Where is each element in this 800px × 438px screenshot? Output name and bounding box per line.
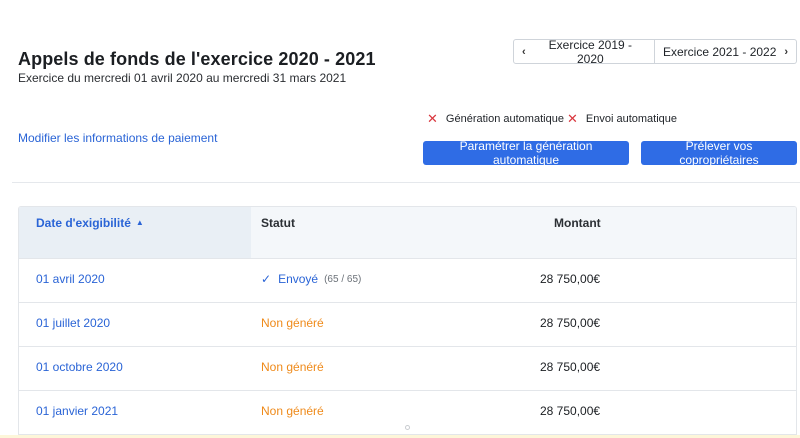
table-header: Date d'exigibilité ▲ Statut Montant: [19, 207, 796, 259]
due-date-link[interactable]: 01 octobre 2020: [36, 360, 123, 374]
auto-generation-label: Génération automatique: [445, 113, 564, 125]
status-badge: Non généré: [261, 404, 324, 418]
status-label: Non généré: [261, 360, 324, 374]
previous-year-label: Exercice 2019 - 2020: [548, 37, 633, 66]
column-header-status: Statut: [261, 216, 295, 230]
status-label: Non généré: [261, 404, 324, 418]
next-year-label: Exercice 2021 - 2022: [663, 44, 777, 59]
cross-icon: ✕: [427, 111, 438, 126]
due-date-link[interactable]: 01 juillet 2020: [36, 316, 110, 330]
amount-value: 28 750,00€: [540, 316, 601, 330]
due-date-link[interactable]: 01 janvier 2021: [36, 404, 118, 418]
fiscal-period-subtitle: Exercice du mercredi 01 avril 2020 au me…: [18, 71, 347, 85]
due-date-link[interactable]: 01 avril 2020: [36, 272, 105, 286]
chevron-left-icon: ‹: [522, 45, 526, 58]
sorted-column-highlight: [19, 207, 251, 258]
auto-sending-label: Envoi automatique: [585, 113, 678, 125]
check-icon: ✓: [261, 272, 272, 286]
sent-count: (65 / 65): [324, 273, 362, 285]
next-year-button[interactable]: Exercice 2021 - 2022 ›: [655, 39, 797, 64]
status-badge: Non généré: [261, 360, 324, 374]
levy-co-owners-button[interactable]: Prélever vos copropriétaires: [641, 139, 797, 167]
amount-value: 28 750,00€: [540, 272, 601, 286]
table-row: 01 avril 2020 ✓ Envoyé (65 / 65) 28 750,…: [19, 259, 796, 303]
status-badge: Non généré: [261, 316, 324, 330]
amount-value: 28 750,00€: [540, 360, 601, 374]
auto-generation-status: ✕ Génération automatique: [427, 111, 564, 127]
due-date-header-label: Date d'exigibilité: [36, 216, 131, 230]
page-title: Appels de fonds de l'exercice 2020 - 202…: [18, 49, 376, 69]
column-header-amount: Montant: [554, 216, 601, 230]
previous-year-button[interactable]: ‹ Exercice 2019 - 2020: [513, 37, 655, 66]
status-label: Envoyé: [278, 272, 319, 286]
scroll-indicator: [405, 425, 410, 430]
status-badge: ✓ Envoyé (65 / 65): [261, 272, 361, 286]
amount-value: 28 750,00€: [540, 404, 601, 418]
cross-icon: ✕: [567, 111, 578, 126]
auto-sending-status: ✕ Envoi automatique: [567, 111, 677, 127]
status-label: Non généré: [261, 316, 324, 330]
configure-auto-generation-button[interactable]: Paramétrer la génération automatique: [423, 139, 629, 167]
column-header-due-date[interactable]: Date d'exigibilité ▲: [36, 216, 144, 230]
fiscal-year-navigation: ‹ Exercice 2019 - 2020 Exercice 2021 - 2…: [513, 37, 797, 66]
section-divider: [12, 182, 800, 183]
sort-ascending-icon: ▲: [135, 218, 144, 227]
table-row: 01 octobre 2020 Non généré 28 750,00€: [19, 347, 796, 391]
fund-calls-table: Date d'exigibilité ▲ Statut Montant 01 av…: [18, 206, 797, 438]
chevron-right-icon: ›: [784, 45, 788, 58]
table-row: 01 juillet 2020 Non généré 28 750,00€: [19, 303, 796, 347]
edit-payment-info-link[interactable]: Modifier les informations de paiement: [18, 131, 217, 145]
